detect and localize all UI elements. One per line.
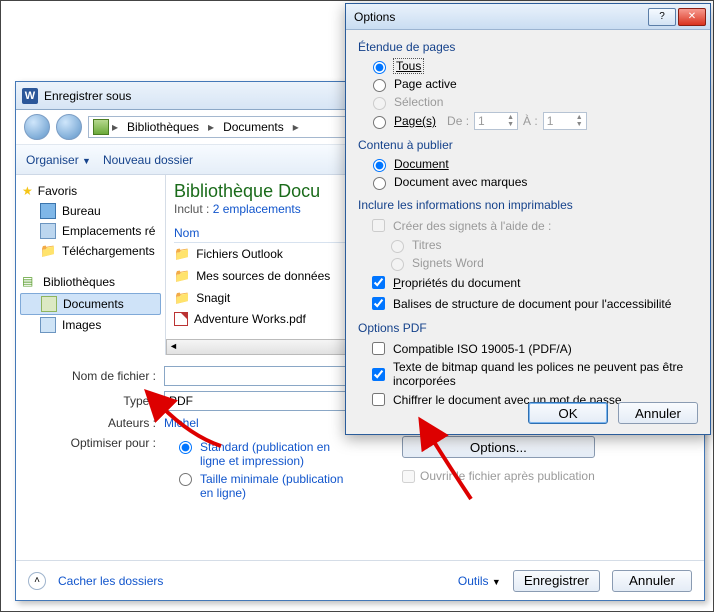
- library-icon: [93, 119, 109, 135]
- radio-min[interactable]: Taille minimale (publication en ligne): [174, 472, 354, 500]
- save-title: Enregistrer sous: [44, 89, 131, 103]
- label-optimiser: Optimiser pour :: [36, 436, 156, 504]
- nav-documents[interactable]: Documents: [20, 293, 161, 315]
- check-iso[interactable]: Compatible ISO 19005-1 (PDF/A): [368, 339, 698, 358]
- chevron-up-icon[interactable]: ˄: [28, 572, 46, 590]
- screenshot-canvas: W Enregistrer sous ▸ Bibliothèques ▸ Doc…: [0, 0, 714, 612]
- check-signets[interactable]: Créer des signets à l'aide de :: [368, 216, 698, 235]
- nav-back-button[interactable]: [24, 114, 50, 140]
- breadcrumb-seg-libraries[interactable]: Bibliothèques: [121, 120, 205, 134]
- nav-bibliotheques[interactable]: ▤Bibliothèques: [20, 271, 161, 293]
- open-after-checkbox[interactable]: Ouvrir le fichier après publication: [402, 469, 595, 483]
- from-stepper[interactable]: 1▲▼: [474, 112, 518, 130]
- folder-icon: 📁: [174, 246, 190, 262]
- breadcrumb-seg-documents[interactable]: Documents: [217, 120, 290, 134]
- check-balises[interactable]: Balises de structure de document pour l'…: [368, 294, 698, 313]
- ok-button[interactable]: OK: [528, 402, 608, 424]
- pdf-icon: [174, 312, 188, 326]
- dropdown-icon: ▼: [82, 156, 91, 166]
- organize-button[interactable]: Organiser ▼: [26, 153, 91, 167]
- to-stepper[interactable]: 1▲▼: [543, 112, 587, 130]
- documents-icon: [41, 296, 57, 312]
- label-filename: Nom de fichier :: [36, 369, 156, 383]
- group-pdf: Options PDF Compatible ISO 19005-1 (PDF/…: [358, 321, 698, 409]
- group-contenu: Contenu à publier Document Document avec…: [358, 138, 698, 190]
- tools-menu[interactable]: Outils ▼: [458, 574, 501, 588]
- cancel-button[interactable]: Annuler: [618, 402, 698, 424]
- radio-word: Signets Word: [386, 255, 698, 271]
- type-combo[interactable]: PDF▾: [164, 391, 364, 411]
- hide-folders-link[interactable]: Cacher les dossiers: [58, 574, 163, 588]
- desktop-icon: [40, 203, 56, 219]
- nav-forward-button[interactable]: [56, 114, 82, 140]
- folder-icon: 📁: [174, 290, 190, 306]
- radio-selection: Sélection: [368, 94, 698, 110]
- author-link[interactable]: Michel: [164, 416, 199, 430]
- nav-favoris[interactable]: ★Favoris: [20, 181, 161, 201]
- radio-document[interactable]: Document: [368, 156, 698, 172]
- label-type: Type :: [36, 394, 156, 408]
- radio-marques[interactable]: Document avec marques: [368, 174, 698, 190]
- recent-icon: [40, 223, 56, 239]
- save-footer: ˄ Cacher les dossiers Outils ▼ Enregistr…: [16, 560, 704, 600]
- chevron-right-icon[interactable]: ▸: [290, 120, 302, 134]
- label-auteurs: Auteurs :: [36, 416, 156, 430]
- save-button[interactable]: Enregistrer: [513, 570, 600, 592]
- radio-tous[interactable]: Tous: [368, 58, 698, 74]
- radio-page-active[interactable]: Page active: [368, 76, 698, 92]
- chevron-right-icon[interactable]: ▸: [109, 120, 121, 134]
- star-icon: ★: [22, 184, 33, 198]
- nav-images[interactable]: Images: [20, 315, 161, 335]
- help-button[interactable]: ?: [648, 8, 676, 26]
- radio-pages-range[interactable]: Page(s) De : 1▲▼ À : 1▲▼: [368, 112, 698, 130]
- dropdown-icon: ▼: [492, 577, 501, 587]
- nav-pane: ★Favoris Bureau Emplacements ré 📁Télécha…: [16, 175, 166, 355]
- close-button[interactable]: ✕: [678, 8, 706, 26]
- libraries-icon: ▤: [22, 274, 38, 290]
- nav-telechargements[interactable]: 📁Téléchargements: [20, 241, 161, 261]
- folder-icon: 📁: [174, 268, 190, 284]
- options-button[interactable]: Options...: [402, 436, 595, 458]
- radio-titres: Titres: [386, 237, 698, 253]
- word-icon: W: [22, 88, 38, 104]
- group-nonimp: Inclure les informations non imprimables…: [358, 198, 698, 313]
- radio-standard[interactable]: Standard (publication en ligne et impres…: [174, 440, 354, 468]
- new-folder-button[interactable]: Nouveau dossier: [103, 153, 193, 167]
- check-bitmap[interactable]: Texte de bitmap quand les polices ne peu…: [368, 360, 698, 388]
- options-titlebar[interactable]: Options ? ✕: [346, 4, 710, 30]
- options-title: Options: [354, 10, 395, 24]
- emplacements-link[interactable]: 2 emplacements: [213, 202, 301, 216]
- options-dialog: Options ? ✕ Étendue de pages Tous Page a…: [345, 3, 711, 435]
- cancel-button[interactable]: Annuler: [612, 570, 692, 592]
- nav-bureau[interactable]: Bureau: [20, 201, 161, 221]
- check-props[interactable]: PPropriétés du documentropriétés du docu…: [368, 273, 698, 292]
- images-icon: [40, 317, 56, 333]
- group-pages: Étendue de pages Tous Page active Sélect…: [358, 40, 698, 130]
- chevron-right-icon[interactable]: ▸: [205, 120, 217, 134]
- nav-emplacements[interactable]: Emplacements ré: [20, 221, 161, 241]
- downloads-icon: 📁: [40, 243, 56, 259]
